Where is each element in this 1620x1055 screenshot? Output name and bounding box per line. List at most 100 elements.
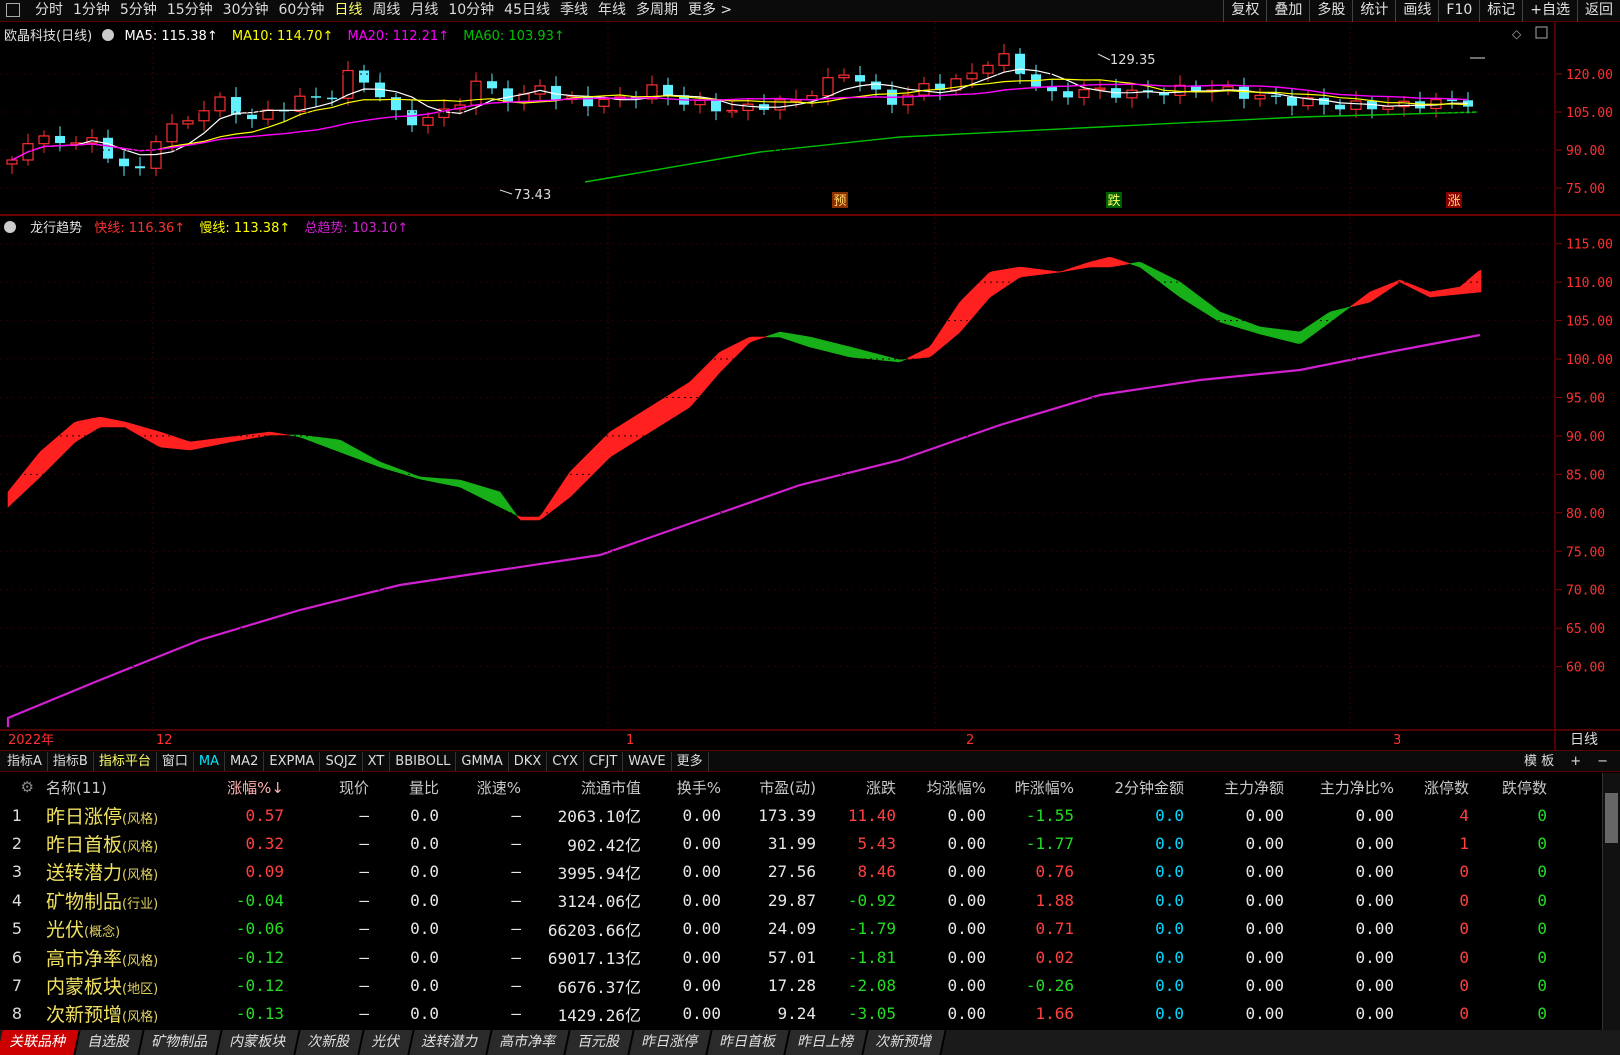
tool-button-3[interactable]: 统计 — [1352, 0, 1395, 22]
bottom-tab-0[interactable]: 关联品种 — [0, 1030, 81, 1055]
indicator-tools-1[interactable]: + — [1562, 752, 1589, 771]
indicator-tab-9[interactable]: BBIBOLL — [390, 752, 457, 771]
column-header-1[interactable]: 名称(11) — [40, 773, 210, 801]
period-tab-0[interactable]: 分时 — [30, 1, 68, 20]
bottom-tab-11[interactable]: 昨日上榜 — [785, 1030, 869, 1055]
column-header-7[interactable]: 换手% — [647, 773, 727, 801]
indicator-tab-1[interactable]: 指标B — [48, 752, 94, 771]
indicator-tab-3[interactable]: 窗口 — [157, 752, 194, 771]
table-row[interactable]: 7 内蒙板块(地区) -0.12—0.0—6676.37亿 0.00 17.28 -2.0… — [0, 971, 1553, 999]
period-tab-4[interactable]: 30分钟 — [218, 1, 274, 20]
sector-name-cell[interactable]: 高市净率(风格) — [40, 943, 210, 971]
tool-button-1[interactable]: 叠加 — [1266, 0, 1309, 22]
table-row[interactable]: 5 光伏(概念) -0.06—0.0—66203.66亿 0.00 24.09 -1.79… — [0, 915, 1553, 943]
table-row[interactable]: 3 送转潜力(风格) 0.09—0.0—3995.94亿 0.00 27.56 8.46 0… — [0, 858, 1553, 886]
column-header-12[interactable]: 2分钟金额 — [1080, 773, 1190, 801]
menu-icon[interactable] — [6, 3, 20, 17]
table-row[interactable]: 1 昨日涨停(风格) 0.57—0.0—2063.10亿 0.00 173.39 11.4… — [0, 801, 1553, 829]
x-axis-label: 3 — [1393, 733, 1401, 748]
scroll-thumb[interactable] — [1605, 793, 1618, 843]
column-header-4[interactable]: 量比 — [375, 773, 445, 801]
tool-button-6[interactable]: 标记 — [1479, 0, 1522, 22]
indicator-tab-2[interactable]: 指标平台 — [94, 752, 157, 771]
period-tab-5[interactable]: 60分钟 — [274, 1, 330, 20]
indicator-tools-0[interactable]: 模 板 — [1516, 752, 1562, 771]
column-header-5[interactable]: 涨速% — [445, 773, 527, 801]
table-row[interactable]: 4 矿物制品(行业) -0.04—0.0—3124.06亿 0.00 29.87 -0.9… — [0, 886, 1553, 914]
diamond-icon[interactable]: ◇ — [1512, 27, 1522, 41]
tool-button-5[interactable]: F10 — [1438, 0, 1479, 22]
indicator-tab-4[interactable]: MA — [194, 752, 225, 771]
indicator-tab-5[interactable]: MA2 — [225, 752, 265, 771]
indicator-tab-8[interactable]: XT — [363, 752, 391, 771]
bottom-tab-2[interactable]: 矿物制品 — [139, 1030, 223, 1055]
cell-amt2: 0.0 — [1155, 919, 1184, 939]
bottom-tab-8[interactable]: 百元股 — [565, 1030, 635, 1055]
indicator-tab-13[interactable]: CFJT — [584, 752, 624, 771]
column-header-0[interactable]: ⚙ — [0, 773, 40, 801]
column-header-16[interactable]: 跌停数 — [1475, 773, 1553, 801]
chart-area[interactable]: 120.00 105.00 90.00 75.00 115.00 110.00 105.0… — [0, 22, 1620, 750]
sector-name-cell[interactable]: 矿物制品(行业) — [40, 886, 210, 914]
period-tab-11[interactable]: 季线 — [555, 1, 593, 20]
column-header-3[interactable]: 现价 — [290, 773, 375, 801]
tool-button-8[interactable]: 返回 — [1577, 0, 1620, 22]
bottom-tab-9[interactable]: 昨日涨停 — [629, 1030, 713, 1055]
column-header-9[interactable]: 涨跌 — [822, 773, 902, 801]
indicator-tab-6[interactable]: EXPMA — [264, 752, 321, 771]
period-tab-10[interactable]: 45日线 — [499, 1, 555, 20]
column-header-2[interactable]: 涨幅%↓ — [210, 773, 290, 801]
tool-button-7[interactable]: +自选 — [1522, 0, 1577, 22]
indicator-tab-0[interactable]: 指标A — [2, 752, 48, 771]
period-tab-13[interactable]: 多周期 — [631, 1, 683, 20]
column-header-15[interactable]: 涨停数 — [1400, 773, 1475, 801]
column-header-6[interactable]: 流通市值 — [527, 773, 647, 801]
bottom-tab-6[interactable]: 送转潜力 — [409, 1030, 493, 1055]
bottom-tab-5[interactable]: 光伏 — [359, 1030, 415, 1055]
bottom-tab-10[interactable]: 昨日首板 — [707, 1030, 791, 1055]
indicator-tools-2[interactable]: − — [1589, 752, 1616, 771]
column-header-13[interactable]: 主力净额 — [1190, 773, 1290, 801]
sector-tag: (概念) — [84, 925, 121, 941]
sector-name-cell[interactable]: 昨日首板(风格) — [40, 829, 210, 857]
tool-button-0[interactable]: 复权 — [1223, 0, 1266, 22]
period-tab-9[interactable]: 10分钟 — [443, 1, 499, 20]
period-tab-6[interactable]: 日线 — [329, 1, 367, 20]
indicator-tab-12[interactable]: CYX — [547, 752, 584, 771]
indicator-tab-7[interactable]: SQJZ — [320, 752, 363, 771]
bottom-tab-3[interactable]: 内蒙板块 — [217, 1030, 301, 1055]
period-tab-2[interactable]: 5分钟 — [115, 1, 162, 20]
sector-name-cell[interactable]: 次新预增(风格) — [40, 1000, 210, 1028]
table-row[interactable]: 6 高市净率(风格) -0.12—0.0—69017.13亿 0.00 57.01 -1.… — [0, 943, 1553, 971]
tool-button-2[interactable]: 多股 — [1309, 0, 1352, 22]
gear-icon[interactable]: ⚙ — [21, 778, 34, 796]
indicator-tab-10[interactable]: GMMA — [456, 752, 509, 771]
sector-name-cell[interactable]: 内蒙板块(地区) — [40, 971, 210, 999]
period-tab-14[interactable]: 更多 > — [683, 1, 737, 20]
indicator-tab-11[interactable]: DKX — [509, 752, 548, 771]
period-tab-3[interactable]: 15分钟 — [162, 1, 218, 20]
cell-amt2: 0.0 — [1155, 947, 1184, 967]
indicator-tab-14[interactable]: WAVE — [623, 752, 672, 771]
period-tab-7[interactable]: 周线 — [367, 1, 405, 20]
bottom-tab-7[interactable]: 高市净率 — [487, 1030, 571, 1055]
period-tab-8[interactable]: 月线 — [405, 1, 443, 20]
period-tab-12[interactable]: 年线 — [593, 1, 631, 20]
bottom-tab-4[interactable]: 次新股 — [295, 1030, 365, 1055]
table-row[interactable]: 2 昨日首板(风格) 0.32—0.0—902.42亿 0.00 31.99 5.43 0.… — [0, 829, 1553, 857]
column-header-14[interactable]: 主力净比% — [1290, 773, 1400, 801]
tool-button-4[interactable]: 画线 — [1395, 0, 1438, 22]
bottom-tab-1[interactable]: 自选股 — [75, 1030, 145, 1055]
sector-name-cell[interactable]: 送转潜力(风格) — [40, 858, 210, 886]
table-row[interactable]: 8 次新预增(风格) -0.13—0.0—1429.26亿 0.00 9.24 -3.05… — [0, 1000, 1553, 1028]
column-header-10[interactable]: 均涨幅% — [902, 773, 992, 801]
period-tab-1[interactable]: 1分钟 — [68, 1, 115, 20]
window-icon[interactable] — [1535, 26, 1548, 39]
column-header-8[interactable]: 市盈(动) — [727, 773, 822, 801]
sector-name-cell[interactable]: 昨日涨停(风格) — [40, 801, 210, 829]
table-scrollbar[interactable] — [1602, 773, 1620, 1030]
column-header-11[interactable]: 昨涨幅% — [992, 773, 1080, 801]
indicator-tab-15[interactable]: 更多 — [672, 752, 709, 771]
sector-name-cell[interactable]: 光伏(概念) — [40, 915, 210, 943]
bottom-tab-12[interactable]: 次新预增 — [863, 1030, 947, 1055]
